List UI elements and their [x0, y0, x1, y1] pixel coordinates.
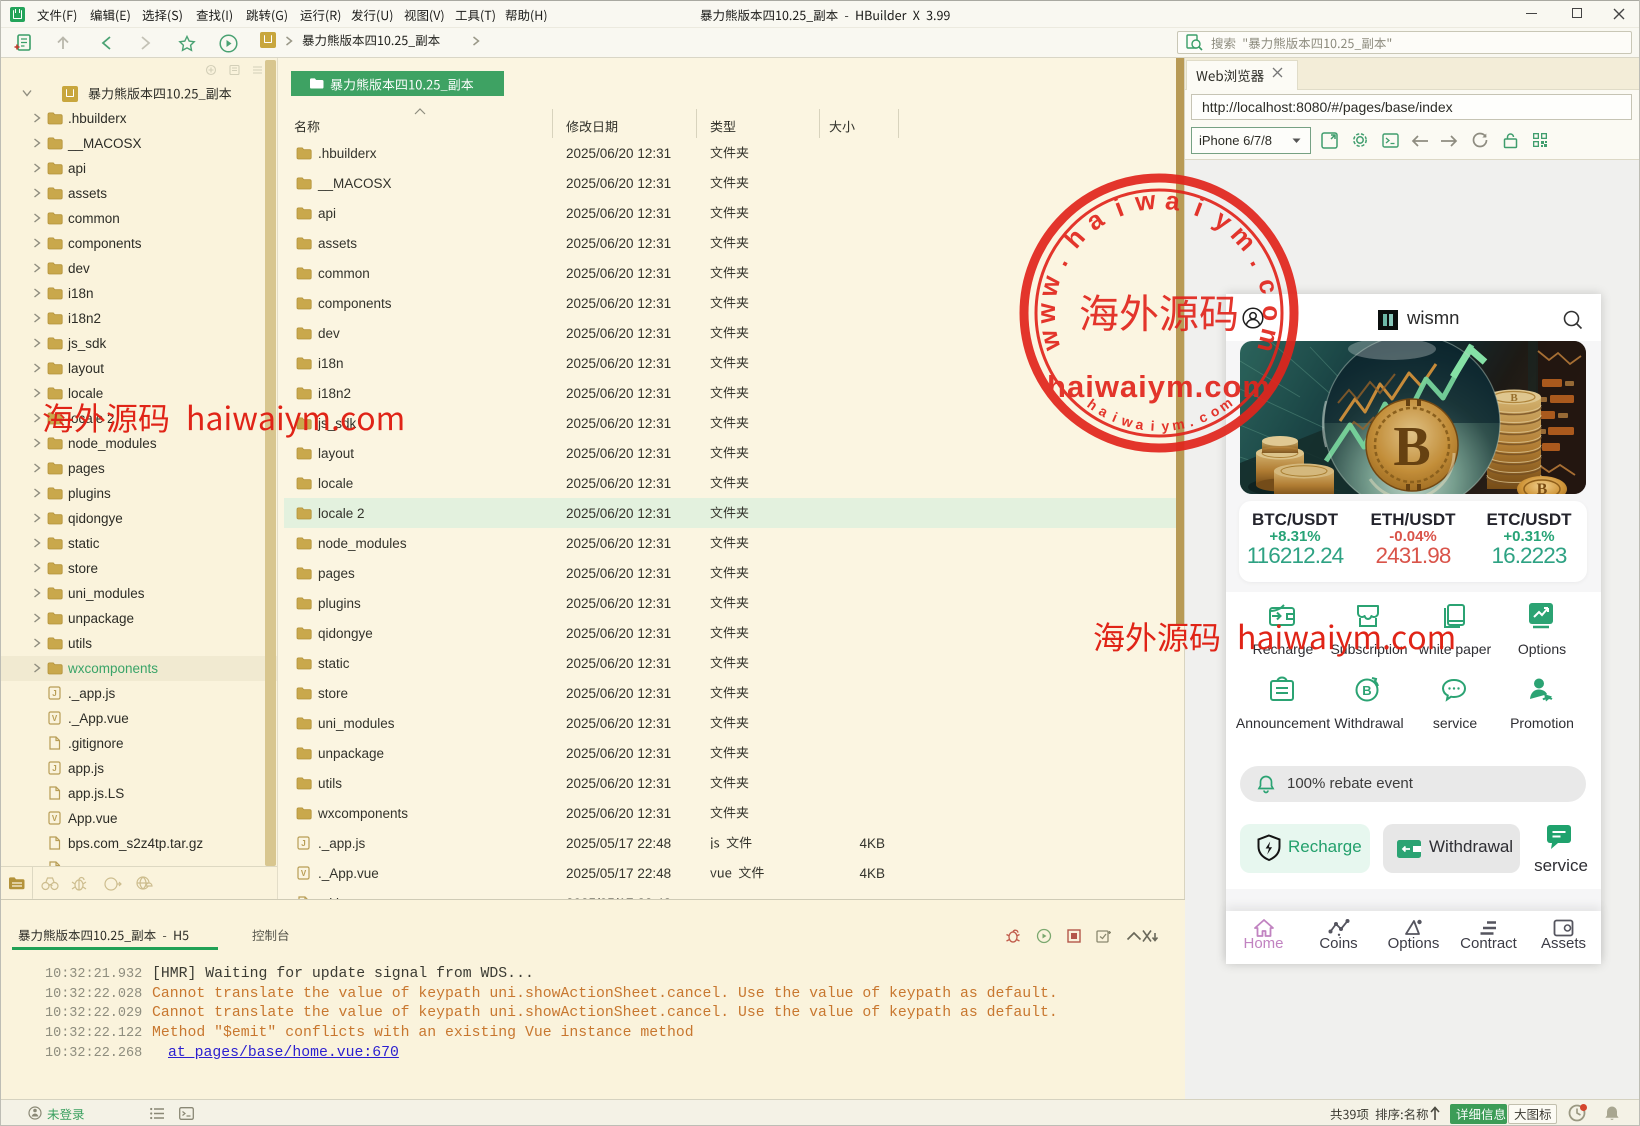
svg-text:a: a	[1135, 416, 1146, 433]
svg-text:B: B	[1537, 481, 1548, 494]
svg-text:a: a	[1080, 203, 1109, 236]
svg-text:w: w	[1132, 185, 1157, 217]
svg-text:V: V	[301, 869, 307, 878]
svg-text:y: y	[1161, 418, 1170, 434]
svg-text:o: o	[1257, 305, 1287, 321]
svg-text:h: h	[1058, 222, 1091, 254]
svg-text:a: a	[1096, 402, 1111, 420]
svg-text:c: c	[1196, 408, 1210, 426]
svg-text:w: w	[1119, 412, 1135, 431]
svg-text:a: a	[1164, 185, 1182, 217]
svg-text:V: V	[52, 814, 58, 823]
svg-text:V: V	[52, 714, 58, 723]
svg-text:J: J	[52, 689, 56, 698]
svg-text:i: i	[1110, 409, 1120, 425]
svg-text:.: .	[1187, 413, 1195, 429]
svg-text:J: J	[52, 764, 56, 773]
svg-text:w: w	[1031, 302, 1061, 324]
svg-text:B: B	[1362, 683, 1371, 698]
svg-text:m: m	[1171, 415, 1186, 433]
svg-text:haiwaiym.com: haiwaiym.com	[1047, 369, 1271, 404]
svg-text:i: i	[1150, 418, 1155, 434]
svg-text:i: i	[1190, 192, 1207, 223]
svg-text:J: J	[301, 839, 305, 848]
